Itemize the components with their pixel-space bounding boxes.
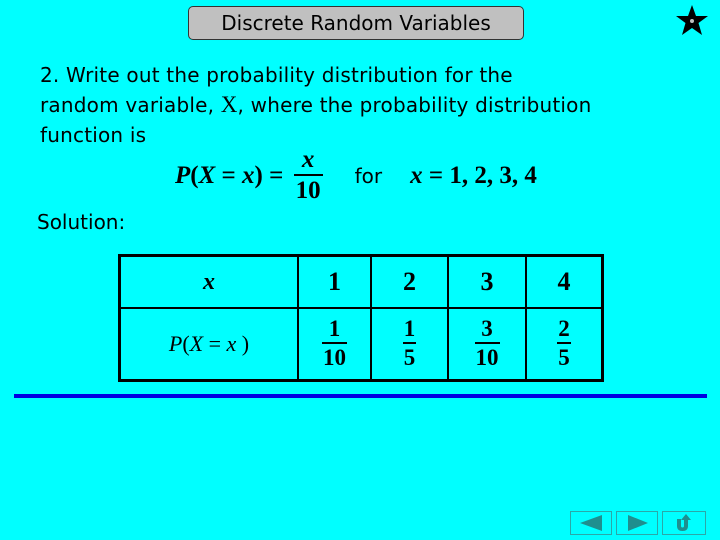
probability-distribution-table: x 1 2 3 4 P(X = x ) 1 10 15 3 10 25 <box>118 254 604 382</box>
x-symbol: x <box>226 331 237 356</box>
fraction-numerator: 2 <box>558 316 570 341</box>
next-slide-button[interactable] <box>616 511 658 535</box>
problem-text: random variable, <box>40 93 221 117</box>
problem-statement: 2. Write out the probability distributio… <box>40 60 700 150</box>
fraction-numerator: x <box>301 146 315 173</box>
paren: ) <box>236 331 250 356</box>
eq-symbol: = <box>203 331 227 356</box>
table-cell-x: 2 <box>370 254 449 309</box>
previous-slide-button[interactable] <box>570 511 612 535</box>
pmf-formula: P(X = x) = x 10 for x = 1, 2, 3, 4 <box>175 144 537 208</box>
star-icon <box>676 5 708 35</box>
table-row-probability: P(X = x ) 1 10 15 3 10 25 <box>118 307 604 382</box>
formula-fraction: x 10 <box>293 146 323 206</box>
formula-for-word: for <box>354 164 383 188</box>
formula-equals: = <box>262 162 290 189</box>
probability-fraction: 25 <box>557 316 571 372</box>
fraction-numerator: 3 <box>481 316 493 341</box>
table-cell-x: 1 <box>297 254 372 309</box>
table-cell-probability: 15 <box>370 307 449 382</box>
table-cell-probability: 25 <box>525 307 604 382</box>
fraction-numerator: 1 <box>328 316 341 341</box>
fraction-denominator: 5 <box>558 345 570 370</box>
fraction-numerator: 1 <box>403 316 416 341</box>
p-symbol: P <box>168 331 183 356</box>
table-header-probability: P(X = x ) <box>118 307 299 382</box>
solution-label: Solution: <box>37 210 126 234</box>
x-value: 3 <box>480 267 494 296</box>
return-button[interactable] <box>662 511 706 535</box>
x-value: 4 <box>557 267 571 296</box>
problem-text: , where the probability distribution <box>237 93 592 117</box>
domain-variable: x <box>410 162 423 189</box>
slide-title: Discrete Random Variables <box>188 6 524 40</box>
X-symbol: X <box>189 331 204 356</box>
formula-paren: ( <box>190 162 199 189</box>
table-header-x: x <box>118 254 299 309</box>
domain-eq: = <box>422 162 450 189</box>
x-value: 1 <box>328 267 341 296</box>
paren: ( <box>182 331 190 356</box>
table-cell-probability: 1 10 <box>297 307 372 382</box>
fraction-denominator: 10 <box>295 177 321 204</box>
problem-line-1: 2. Write out the probability distributio… <box>40 63 513 87</box>
domain-values: 1, 2, 3, 4 <box>449 162 537 189</box>
formula-P: P <box>175 162 191 189</box>
formula-x: x <box>242 162 255 189</box>
return-icon <box>677 514 691 531</box>
x-value: 2 <box>403 267 416 296</box>
fraction-denominator: 10 <box>475 345 499 370</box>
table-cell-x: 3 <box>447 254 527 309</box>
probability-label: P(X = x ) <box>169 331 249 356</box>
divider-line <box>14 394 707 398</box>
probability-fraction: 3 10 <box>474 316 500 372</box>
fraction-denominator: 10 <box>323 345 346 370</box>
probability-fraction: 1 10 <box>322 316 347 372</box>
arrow-right-icon <box>628 515 648 531</box>
fraction-denominator: 5 <box>403 345 416 370</box>
formula-X: X <box>198 162 216 189</box>
random-variable-symbol: X <box>220 92 238 117</box>
formula-paren: ) <box>254 162 263 189</box>
table-cell-probability: 3 10 <box>447 307 527 382</box>
table-row-x: x 1 2 3 4 <box>118 254 604 309</box>
problem-line-2: random variable, X, where the probabilit… <box>40 90 700 120</box>
arrow-left-icon <box>580 515 602 531</box>
probability-fraction: 15 <box>402 316 417 372</box>
x-label: x <box>203 268 215 295</box>
table-cell-x: 4 <box>525 254 604 309</box>
formula-eq: = <box>215 162 243 189</box>
